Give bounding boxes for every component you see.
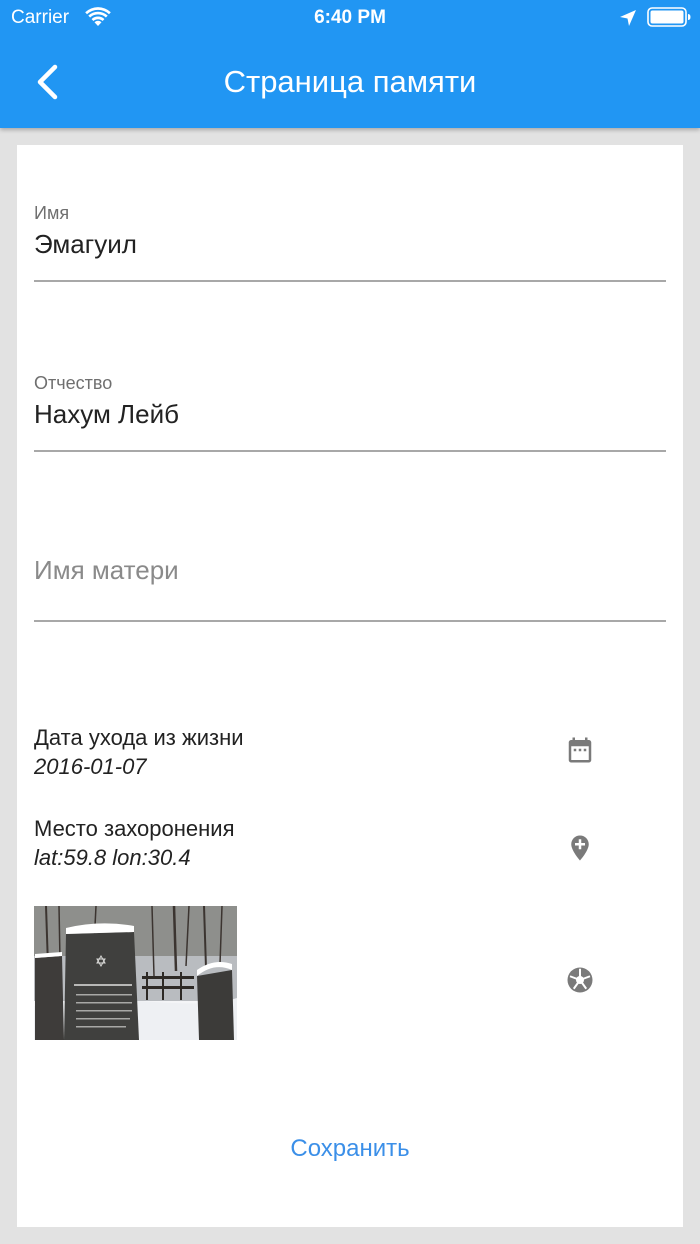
page-title: Страница памяти <box>223 64 477 99</box>
app-header: Carrier 6:40 PM Страница памяти <box>0 0 700 128</box>
death-date-value: 2016-01-07 <box>34 754 147 779</box>
first-name-value: Эмагуил <box>34 229 137 259</box>
burial-place-label: Место захоронения <box>34 816 235 841</box>
patronymic-label: Отчество <box>34 373 113 393</box>
first-name-label: Имя <box>34 203 70 223</box>
memory-page-form: Имя Эмагуил Отчество Нахум Лейб Имя мате… <box>17 145 683 1227</box>
death-date-label: Дата ухода из жизни <box>34 725 244 750</box>
calendar-icon[interactable] <box>565 735 595 765</box>
mother-name-placeholder: Имя матери <box>34 555 179 585</box>
patronymic-field[interactable]: Отчество Нахум Лейб <box>34 370 666 452</box>
save-button[interactable]: Сохранить <box>17 1135 683 1163</box>
first-name-field[interactable]: Имя Эмагуил <box>34 200 666 282</box>
camera-shutter-icon[interactable] <box>565 965 595 995</box>
status-bar: Carrier 6:40 PM <box>0 0 700 36</box>
battery-icon <box>647 7 691 27</box>
location-arrow-icon <box>620 10 636 26</box>
status-time: 6:40 PM <box>314 7 386 28</box>
patronymic-value: Нахум Лейб <box>34 399 179 429</box>
add-location-icon[interactable] <box>565 833 595 863</box>
burial-place-value: lat:59.8 lon:30.4 <box>34 845 191 870</box>
mother-name-field[interactable]: Имя матери <box>34 540 666 622</box>
grave-photo[interactable] <box>34 906 237 1040</box>
